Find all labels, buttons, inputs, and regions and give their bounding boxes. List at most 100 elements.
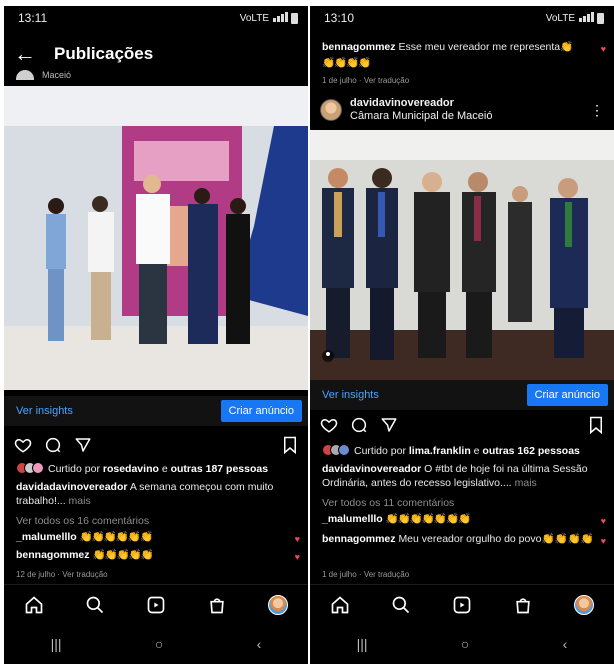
- battery-icon: [291, 12, 298, 24]
- recents-icon[interactable]: |||: [51, 636, 62, 652]
- heart-icon[interactable]: [14, 436, 32, 454]
- caption-user[interactable]: davidavinovereador: [322, 463, 421, 475]
- shop-icon[interactable]: [207, 595, 227, 615]
- comment-text: 👏👏👏👏👏: [92, 549, 153, 561]
- battery-icon: [597, 12, 604, 24]
- view-insights-link[interactable]: Ver insights: [322, 389, 379, 401]
- comment-user[interactable]: bennagommez: [322, 533, 396, 545]
- comment-row: _malumelllo 👏👏👏👏👏👏👏: [322, 512, 604, 526]
- status-time: 13:11: [18, 11, 48, 25]
- comment-text: 👏👏👏👏👏👏👏: [385, 513, 472, 525]
- caption: davidavinovereador O #tbt de hoje foi na…: [322, 462, 604, 490]
- signal-icon: [272, 11, 288, 25]
- search-icon[interactable]: [391, 595, 411, 615]
- post-photo[interactable]: [310, 130, 614, 380]
- post-actions: [4, 432, 308, 458]
- bookmark-icon[interactable]: [588, 416, 604, 434]
- home-button-icon[interactable]: ○: [155, 636, 163, 652]
- search-icon[interactable]: [85, 595, 105, 615]
- heart-icon[interactable]: ♥: [601, 536, 606, 546]
- post-date: 12 de julho · Ver tradução: [16, 570, 108, 579]
- likes-prefix: Curtido por: [48, 463, 100, 475]
- view-comments-link[interactable]: Ver todos os 16 comentários: [16, 514, 298, 528]
- comment-text: Esse meu vereador me representa👏: [398, 41, 574, 53]
- avatar: [16, 70, 34, 80]
- system-nav: ||| ○ ‹: [4, 624, 308, 664]
- comment-user[interactable]: bennagommez: [16, 549, 90, 561]
- signal-label: VoLTE: [545, 12, 575, 24]
- likes-line[interactable]: Curtido por rosedavino e outras 187 pess…: [16, 462, 298, 476]
- caption-more-link[interactable]: mais: [69, 495, 91, 507]
- heart-icon[interactable]: ♥: [601, 44, 606, 54]
- bookmark-icon[interactable]: [282, 436, 298, 454]
- home-button-icon[interactable]: ○: [461, 636, 469, 652]
- bottom-nav: [4, 584, 308, 624]
- post-photo-image: [310, 130, 614, 380]
- create-ad-button[interactable]: Criar anúncio: [526, 384, 608, 406]
- post-photo[interactable]: [4, 86, 308, 390]
- status-icons: VoLTE: [545, 11, 604, 25]
- comment-icon[interactable]: [350, 416, 368, 434]
- signal-icon: [578, 11, 594, 25]
- heart-icon[interactable]: ♥: [295, 552, 300, 562]
- home-icon[interactable]: [24, 595, 44, 615]
- view-comments-link[interactable]: Ver todos os 11 comentários: [322, 496, 604, 510]
- comment-text: 👏👏👏👏👏👏: [79, 531, 153, 543]
- back-icon[interactable]: ‹: [257, 636, 262, 652]
- post-date-text: 1 de julho: [322, 570, 357, 579]
- avatar[interactable]: [320, 99, 342, 121]
- translate-link[interactable]: Ver tradução: [364, 570, 409, 579]
- previous-post-header: Maceió: [16, 70, 71, 80]
- profile-avatar[interactable]: [573, 594, 594, 615]
- liker-avatars: [322, 444, 350, 456]
- back-icon[interactable]: ‹: [563, 636, 568, 652]
- recents-icon[interactable]: |||: [357, 636, 368, 652]
- status-time: 13:10: [324, 11, 355, 25]
- post-user[interactable]: davidavinovereador: [350, 97, 492, 110]
- comment-date-text: 1 de julho: [322, 76, 357, 85]
- comment-emojis: 👏👏👏👏: [322, 57, 371, 69]
- likes-user[interactable]: rosedavino: [103, 463, 159, 475]
- heart-icon[interactable]: ♥: [295, 534, 300, 544]
- comment-text: Meu vereador orgulho do povo👏👏👏👏: [398, 533, 594, 545]
- back-arrow-icon[interactable]: ←: [14, 41, 54, 67]
- system-nav: ||| ○ ‹: [310, 624, 614, 664]
- caption-more-link[interactable]: mais: [515, 477, 537, 489]
- likes-line[interactable]: Curtido por lima.franklin e outras 162 p…: [322, 444, 604, 458]
- likes-user[interactable]: lima.franklin: [409, 445, 471, 457]
- create-ad-button[interactable]: Criar anúncio: [220, 400, 302, 422]
- right-screen: 13:10 VoLTE bennagommez Esse meu vereado…: [310, 6, 614, 664]
- translate-link[interactable]: Ver tradução: [62, 570, 107, 579]
- profile-avatar[interactable]: [267, 594, 288, 615]
- heart-icon[interactable]: ♥: [601, 516, 606, 526]
- status-bar: 13:10 VoLTE: [310, 6, 614, 30]
- likes-middle: e: [473, 445, 480, 457]
- translate-link[interactable]: Ver tradução: [364, 76, 409, 85]
- heart-icon[interactable]: [320, 416, 338, 434]
- post-header-names: davidavinovereador Câmara Municipal de M…: [350, 97, 492, 123]
- post-actions: [310, 412, 614, 438]
- more-icon[interactable]: ⋮: [590, 102, 604, 119]
- likes-others[interactable]: outras 162 pessoas: [482, 445, 579, 457]
- signal-label: VoLTE: [239, 12, 269, 24]
- share-icon[interactable]: [74, 436, 92, 454]
- reels-icon[interactable]: [452, 595, 472, 615]
- comment-row: bennagommez Meu vereador orgulho do povo…: [322, 532, 604, 546]
- likes-prefix: Curtido por: [354, 445, 406, 457]
- caption-user[interactable]: davidadavinovereador: [16, 481, 127, 493]
- comment-row: _malumelllo 👏👏👏👏👏👏: [16, 530, 298, 544]
- bottom-nav: [310, 584, 614, 624]
- comment-user[interactable]: _malumelllo: [16, 531, 77, 543]
- comment-user[interactable]: bennagommez: [322, 41, 396, 53]
- home-icon[interactable]: [330, 595, 350, 615]
- share-icon[interactable]: [380, 416, 398, 434]
- view-insights-link[interactable]: Ver insights: [16, 405, 73, 417]
- shop-icon[interactable]: [513, 595, 533, 615]
- comment-user[interactable]: _malumelllo: [322, 513, 383, 525]
- status-icons: VoLTE: [239, 11, 298, 25]
- comment-icon[interactable]: [44, 436, 62, 454]
- reels-icon[interactable]: [146, 595, 166, 615]
- post-location[interactable]: Câmara Municipal de Maceió: [350, 110, 492, 122]
- likes-others[interactable]: outras 187 pessoas: [171, 463, 268, 475]
- page-header: ← Publicações: [4, 34, 308, 74]
